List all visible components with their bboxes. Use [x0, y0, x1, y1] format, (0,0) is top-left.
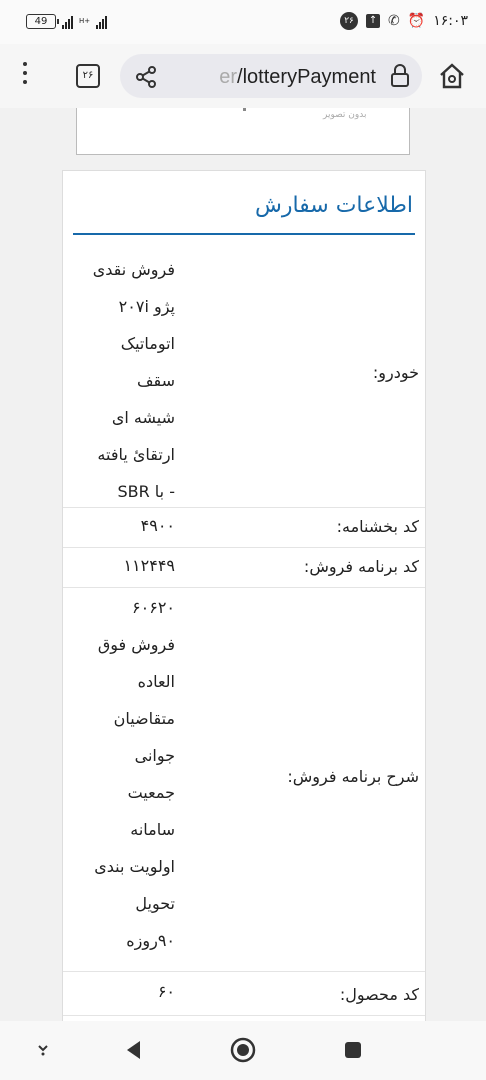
alarm-icon: ⏰ [407, 13, 426, 29]
recents-button[interactable] [344, 1041, 362, 1059]
browser-toolbar: ۲۶ er/lotteryPayment [0, 44, 486, 108]
value-line: تحویل [135, 894, 175, 913]
value-line: ارتقائ یافته [97, 445, 175, 464]
row-value: ۴۹۰۰ [71, 507, 175, 544]
system-nav-bar [0, 1021, 486, 1080]
upload-icon: ↑ [366, 14, 381, 28]
row-label: شرح برنامه فروش: [287, 767, 419, 786]
signal-icon-2 [96, 15, 108, 29]
back-button[interactable] [124, 1039, 144, 1061]
value-line: ۶۰ [157, 982, 175, 1001]
value-line: سقف [136, 371, 175, 390]
signal-icon [62, 15, 73, 29]
network-type-label: H+ [79, 17, 91, 25]
row-label: کد برنامه فروش: [303, 557, 419, 576]
value-line: العاده [137, 672, 175, 691]
title-underline [73, 233, 415, 235]
row-value: ۶۰۶۲۰ فروش فوق العاده متقاضیان جوانی جمع… [71, 589, 175, 959]
status-bar: 49 H+ ۲۶ ↑ ✆ ⏰ ۱۶:۰۳ [0, 0, 486, 44]
address-bar[interactable]: er/lotteryPayment [120, 54, 422, 98]
value-line: جمعیت [127, 783, 175, 802]
order-info-card: اطلاعات سفارش خودرو: فروش نقدی پژو ۲۰۷i … [62, 170, 426, 1021]
value-line: جوانی [134, 746, 175, 765]
tab-switcher-button[interactable]: ۲۶ [76, 64, 100, 88]
clock: ۱۶:۰۳ [433, 13, 468, 29]
info-row-product-code: کد محصول: ۶۰ [63, 971, 425, 1016]
row-label: خودرو: [372, 363, 419, 382]
row-label: کد محصول: [339, 985, 419, 1004]
url-text[interactable]: er/lotteryPayment [219, 66, 376, 89]
menu-icon[interactable] [20, 62, 30, 90]
row-value: ۶۰ [71, 973, 175, 1010]
value-line: ۱۱۲۴۴۹ [123, 556, 175, 575]
row-label: کد بخشنامه: [336, 517, 419, 536]
image-dot [243, 108, 246, 111]
info-row-car: خودرو: فروش نقدی پژو ۲۰۷i اتوماتیک سقف ش… [63, 245, 425, 508]
row-value: ۱۱۲۴۴۹ [71, 547, 175, 584]
value-line: پژو ۲۰۷i [118, 297, 175, 316]
keyboard-toggle-icon[interactable] [36, 1043, 50, 1057]
phone-icon: ✆ [388, 13, 400, 29]
url-faded-part: er [219, 66, 238, 88]
value-line: سامانه [130, 820, 175, 839]
value-line: ۴۹۰۰ [140, 516, 175, 535]
url-path: /lotteryPayment [237, 66, 376, 88]
value-line: اتوماتیک [120, 334, 175, 353]
info-row-sales-program-desc: شرح برنامه فروش: ۶۰۶۲۰ فروش فوق العاده م… [63, 587, 425, 972]
value-line: ۹۰روزه [126, 931, 175, 950]
product-image-placeholder: بدون تصویر [76, 108, 410, 155]
image-caption: بدون تصویر [323, 110, 367, 120]
lock-icon[interactable] [390, 64, 410, 88]
value-line: فروش فوق [97, 635, 175, 654]
battery-indicator: 49 [26, 14, 59, 29]
info-row-circular-code: کد بخشنامه: ۴۹۰۰ [63, 507, 425, 548]
value-line: متقاضیان [113, 709, 175, 728]
share-icon[interactable] [134, 65, 158, 89]
notification-badge: ۲۶ [340, 12, 359, 30]
value-line: شیشه ای [111, 408, 175, 427]
value-line: - با SBR [117, 482, 175, 501]
row-value: فروش نقدی پژو ۲۰۷i اتوماتیک سقف شیشه ای … [71, 251, 175, 510]
value-line: ۶۰۶۲۰ [132, 598, 175, 617]
page-content[interactable]: بدون تصویر اطلاعات سفارش خودرو: فروش نقد… [0, 108, 486, 1021]
value-line: اولویت بندی [94, 857, 175, 876]
info-row-sales-program-code: کد برنامه فروش: ۱۱۲۴۴۹ [63, 547, 425, 588]
home-button[interactable] [230, 1037, 256, 1063]
section-title: اطلاعات سفارش [254, 193, 413, 218]
home-icon[interactable] [438, 62, 466, 90]
value-line: فروش نقدی [92, 260, 175, 279]
